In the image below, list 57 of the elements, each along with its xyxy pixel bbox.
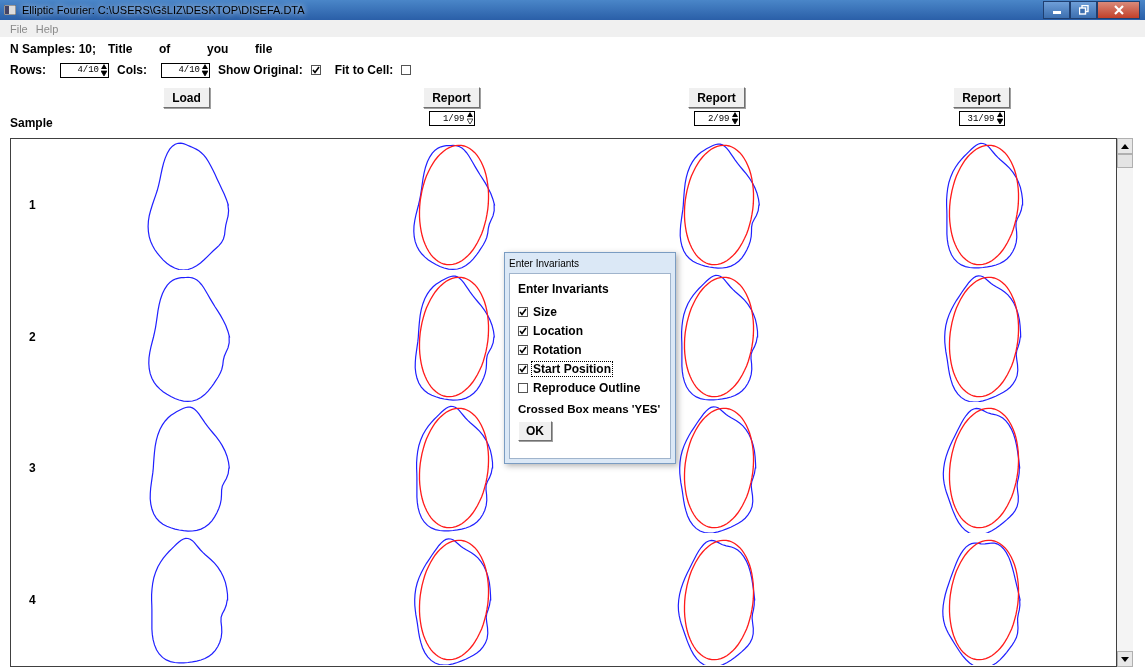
checkbox[interactable] [518, 363, 528, 374]
report-button[interactable]: Report [953, 87, 1010, 108]
checkbox[interactable] [518, 306, 528, 317]
row-number: 2 [28, 329, 37, 344]
rows-label: Rows: [10, 63, 46, 77]
info-text: Title [108, 42, 134, 56]
close-icon [1113, 5, 1124, 15]
checkbox[interactable] [401, 65, 412, 75]
info-text: of [159, 42, 172, 56]
option-label[interactable]: Size [531, 303, 559, 320]
spinner-arrows-icon[interactable] [202, 63, 208, 77]
option-label[interactable]: Location [531, 322, 585, 339]
scroll-down-button[interactable] [1117, 651, 1133, 667]
dialog-heading: Enter Invariants [518, 282, 610, 296]
restore-button[interactable] [1070, 1, 1097, 19]
checkbox[interactable] [518, 325, 528, 336]
sample-spinner[interactable]: 31/99 [958, 111, 1005, 126]
report-button[interactable]: Report [688, 87, 745, 108]
spinner-arrows-icon[interactable] [101, 63, 107, 77]
spinner-arrows-icon[interactable] [996, 112, 1003, 125]
cols-spinner[interactable]: 4/10 [161, 62, 210, 78]
app-icon [4, 5, 16, 15]
close-button[interactable] [1097, 1, 1140, 19]
report-button[interactable]: Report [423, 87, 480, 108]
row-number: 1 [28, 197, 37, 212]
row-number: 3 [28, 461, 37, 476]
spinner-arrows-icon[interactable] [731, 112, 738, 125]
dialog-note: Crossed Box means 'YES' [518, 403, 662, 415]
window-title: Elliptic Fourier: C:\USERS\GšLIZ\DESKTOP\DISEFA.DTA [22, 4, 306, 16]
checkbox[interactable] [518, 382, 528, 393]
scroll-thumb[interactable] [1117, 154, 1133, 168]
spinner-arrows-icon[interactable] [466, 112, 473, 125]
checkbox[interactable] [310, 65, 321, 75]
scrollbar[interactable] [1117, 138, 1133, 667]
sample-spinner[interactable]: 1/99 [428, 111, 475, 126]
down-arrow-icon [1121, 656, 1129, 662]
option-label[interactable]: Rotation [531, 341, 584, 358]
up-arrow-icon [1121, 143, 1129, 149]
ok-button[interactable]: OK [518, 421, 552, 441]
info-text: file [255, 42, 273, 56]
option-label[interactable]: Reproduce Outline [531, 379, 643, 396]
scroll-up-button[interactable] [1117, 138, 1133, 154]
restore-icon [1078, 5, 1089, 15]
sample-label: Sample [10, 116, 53, 130]
show-original-label: Show Original: [218, 63, 303, 77]
info-text: N Samples: 10; [10, 42, 98, 56]
minimize-button[interactable] [1043, 1, 1070, 19]
row-number: 4 [28, 593, 37, 608]
sample-spinner[interactable]: 2/99 [693, 111, 740, 126]
load-button[interactable]: Load [163, 87, 210, 108]
dialog-title: Enter Invariants [509, 257, 580, 269]
checkbox[interactable] [518, 344, 528, 355]
cols-label: Cols: [117, 63, 147, 77]
fit-to-cell-label: Fit to Cell: [334, 63, 394, 77]
rows-spinner[interactable]: 4/10 [60, 62, 109, 78]
info-text: you [207, 42, 230, 56]
option-label[interactable]: Start Position [531, 360, 613, 377]
